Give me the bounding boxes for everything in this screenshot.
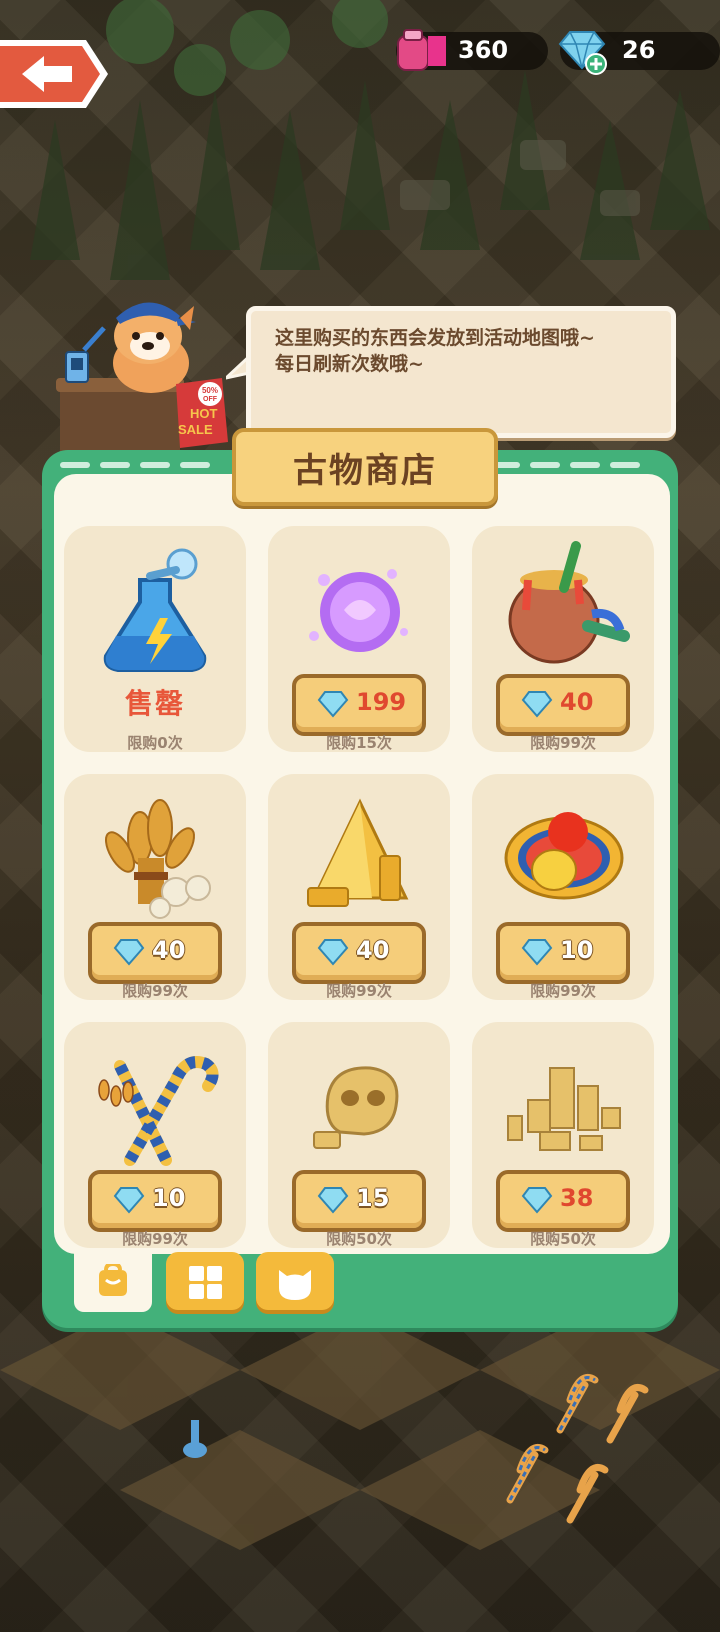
shop-item-card[interactable]: 售罄 限购0次 <box>64 526 246 752</box>
panel-trim-left <box>60 462 210 468</box>
price-value: 40 <box>356 936 390 964</box>
buy-button[interactable]: 10 <box>496 922 630 984</box>
gem-icon <box>317 939 349 966</box>
gem-plus-icon <box>558 31 607 75</box>
buy-button[interactable]: 40 <box>292 922 426 984</box>
buy-button[interactable]: 10 <box>88 1170 222 1232</box>
grid-icon <box>189 1266 222 1299</box>
shop-title: 古物商店 <box>293 450 437 491</box>
back-arrow-icon <box>0 40 108 108</box>
ink-value: 360 <box>458 36 509 64</box>
gem-icon <box>521 939 553 966</box>
ink-counter: 360 <box>396 29 548 71</box>
shop-item-card[interactable]: 40 限购99次 <box>64 774 246 1000</box>
buy-button[interactable]: 199 <box>292 674 426 736</box>
shop-title-banner: 古物商店 <box>232 428 498 506</box>
bag-icon <box>99 1264 127 1296</box>
speech-line-2: 每日刷新次数哦~ <box>275 353 424 375</box>
price-value: 10 <box>560 936 594 964</box>
tab-bag[interactable] <box>74 1250 152 1312</box>
purchase-limit: 限购99次 <box>326 982 392 1000</box>
map-ground <box>0 1310 720 1550</box>
purchase-limit: 限购15次 <box>326 734 392 752</box>
sign-percent: 50% <box>202 386 218 395</box>
scarab-amulet-icon <box>504 812 624 900</box>
gem-icon <box>521 691 553 718</box>
shop-item-card[interactable]: 38 限购50次 <box>472 1022 654 1248</box>
shop-item-card[interactable]: 10 限购99次 <box>64 1022 246 1248</box>
speech-line-1: 这里购买的东西会发放到活动地图哦~ <box>275 327 595 349</box>
purchase-limit: 限购99次 <box>122 1230 188 1248</box>
back-button[interactable] <box>0 36 112 112</box>
buy-button[interactable]: 15 <box>292 1170 426 1232</box>
wheat-bundle-icon <box>105 799 211 919</box>
gem-icon <box>317 691 349 718</box>
gem-icon <box>113 939 145 966</box>
tab-grid[interactable] <box>166 1252 244 1310</box>
gem-icon <box>317 1187 349 1214</box>
crystal-orb-icon <box>309 569 408 652</box>
shop-item-card[interactable]: 199 限购15次 <box>268 526 450 752</box>
buy-button[interactable]: 40 <box>88 922 222 984</box>
gold-pyramid-icon <box>307 798 409 907</box>
sand-ruins-icon <box>507 1067 621 1151</box>
buy-button[interactable]: 38 <box>496 1170 630 1232</box>
price-value: 38 <box>560 1184 594 1212</box>
gem-icon <box>521 1187 553 1214</box>
tab-cat[interactable] <box>256 1252 334 1310</box>
lightning-potion-icon <box>103 548 207 672</box>
purchase-limit: 限购99次 <box>122 982 188 1000</box>
sold-out-label: 售罄 <box>124 687 185 720</box>
price-value: 199 <box>356 688 407 716</box>
purchase-limit: 限购0次 <box>127 734 183 752</box>
gem-counter[interactable]: 26 <box>558 31 720 75</box>
gem-icon <box>113 1187 145 1214</box>
hot-sale-sign: 50% OFF HOT SALE <box>176 378 228 448</box>
purchase-limit: 限购99次 <box>530 734 596 752</box>
gem-value: 26 <box>622 36 656 64</box>
price-value: 40 <box>560 688 594 716</box>
purchase-limit: 限购99次 <box>530 982 596 1000</box>
price-value: 10 <box>152 1184 186 1212</box>
price-value: 15 <box>356 1184 390 1212</box>
crook-flail-icon <box>98 1056 219 1166</box>
sign-hot: HOT <box>190 406 218 421</box>
ink-bottle-icon <box>397 29 446 71</box>
shop-item-card[interactable]: 10 限购99次 <box>472 774 654 1000</box>
purchase-limit: 限购50次 <box>530 1230 596 1248</box>
cat-face-icon <box>279 1270 311 1300</box>
speech-bubble: 这里购买的东西会发放到活动地图哦~ 每日刷新次数哦~ <box>246 306 676 438</box>
paint-pot-icon <box>508 541 630 664</box>
shop-item-card[interactable]: 40 限购99次 <box>472 526 654 752</box>
shop-item-card[interactable]: 15 限购50次 <box>268 1022 450 1248</box>
price-value: 40 <box>152 936 186 964</box>
purchase-limit: 限购50次 <box>326 1230 392 1248</box>
sign-sale: SALE <box>178 422 213 437</box>
buy-button[interactable]: 40 <box>496 674 630 736</box>
shop-item-card[interactable]: 40 限购99次 <box>268 774 450 1000</box>
sand-skull-icon <box>313 1066 399 1149</box>
sign-off: OFF <box>203 396 218 403</box>
